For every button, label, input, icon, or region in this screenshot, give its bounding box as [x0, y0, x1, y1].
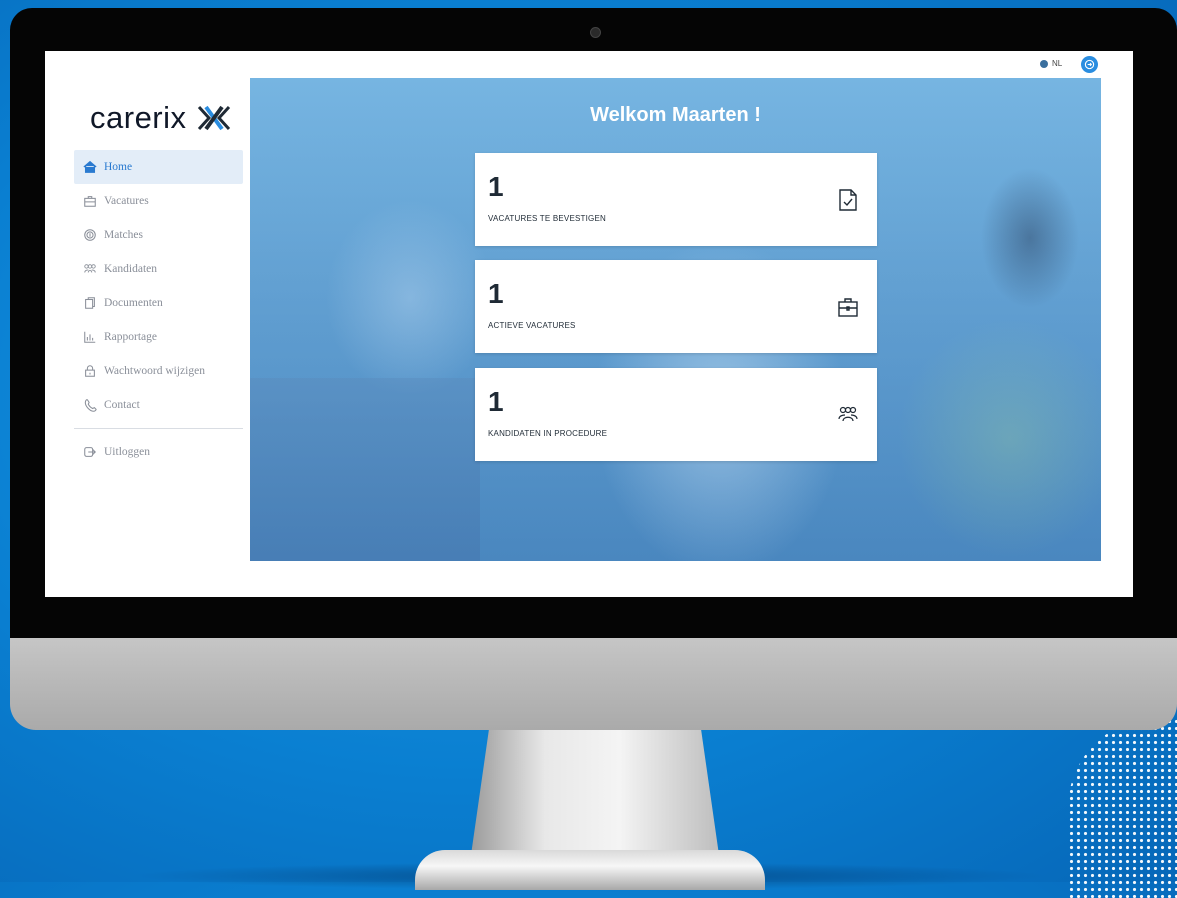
- briefcase-icon: [84, 196, 96, 207]
- document-check-icon: [839, 189, 857, 211]
- sidebar-item-home[interactable]: Home: [74, 150, 243, 184]
- top-bar: NL: [45, 51, 1133, 78]
- sidebar-item-rapportage[interactable]: Rapportage: [74, 320, 243, 354]
- sidebar-item-label: Kandidaten: [104, 263, 158, 275]
- language-label: NL: [1052, 59, 1063, 68]
- camera-icon: [590, 27, 601, 38]
- sidebar-item-label: Wachtwoord wijzigen: [104, 365, 205, 377]
- sidebar-item-vacatures[interactable]: Vacatures: [74, 184, 243, 218]
- home-icon: [83, 160, 97, 173]
- app-screen: NL carerix Home Vacatures Matches Kandid…: [45, 51, 1133, 597]
- sidebar-item-label: Rapportage: [104, 331, 158, 343]
- stat-label: ACTIEVE VACATURES: [488, 321, 576, 330]
- sidebar-item-wachtwoord-wijzigen[interactable]: Wachtwoord wijzigen: [74, 354, 243, 388]
- sidebar-item-label: Vacatures: [104, 195, 149, 207]
- logo-text: carerix: [90, 100, 187, 135]
- phone-icon: [84, 399, 97, 412]
- sidebar-nav: Home Vacatures Matches Kandidaten Docume…: [74, 150, 243, 469]
- sidebar-item-matches[interactable]: Matches: [74, 218, 243, 252]
- stat-card-vacatures-te-bevestigen[interactable]: 1 VACATURES TE BEVESTIGEN: [475, 153, 877, 246]
- monitor-stand-neck: [470, 722, 720, 862]
- table-shape: [250, 378, 480, 561]
- sidebar-divider: [74, 428, 243, 429]
- globe-icon: [1040, 59, 1048, 68]
- stat-label: KANDIDATEN IN PROCEDURE: [488, 429, 608, 438]
- briefcase-icon: [838, 298, 858, 317]
- stat-count: 1: [488, 171, 504, 202]
- stat-card-kandidaten-in-procedure[interactable]: 1 KANDIDATEN IN PROCEDURE: [475, 368, 877, 461]
- logout-top-button[interactable]: [1081, 56, 1098, 73]
- monitor-stand-base: [415, 850, 765, 890]
- sidebar-item-contact[interactable]: Contact: [74, 388, 243, 422]
- stat-card-actieve-vacatures[interactable]: 1 ACTIEVE VACATURES: [475, 260, 877, 353]
- logout-icon: [1084, 59, 1095, 70]
- dot-pattern-decoration: [1068, 718, 1177, 898]
- fingerprint-icon: [84, 229, 96, 241]
- users-icon: [84, 264, 96, 273]
- stat-count: 1: [488, 278, 504, 309]
- documents-icon: [85, 297, 95, 309]
- sidebar: carerix Home Vacatures Matches Kandidate…: [45, 78, 250, 597]
- users-icon: [838, 406, 858, 422]
- stat-label: VACATURES TE BEVESTIGEN: [488, 214, 606, 223]
- language-selector[interactable]: NL: [1040, 59, 1062, 68]
- sidebar-item-documenten[interactable]: Documenten: [74, 286, 243, 320]
- sidebar-item-label: Documenten: [104, 297, 163, 309]
- monitor-chin: [10, 634, 1177, 730]
- logo: carerix: [90, 100, 231, 136]
- sidebar-item-kandidaten[interactable]: Kandidaten: [74, 252, 243, 286]
- carerix-logo-icon: [197, 105, 230, 131]
- stat-count: 1: [488, 386, 504, 417]
- sidebar-item-label: Uitloggen: [104, 446, 150, 458]
- bar-chart-icon: [84, 331, 96, 343]
- lock-icon: [85, 365, 95, 377]
- hero-banner: Welkom Maarten ! 1 VACATURES TE BEVESTIG…: [250, 78, 1101, 561]
- sidebar-item-label: Home: [104, 161, 133, 173]
- sidebar-item-uitloggen[interactable]: Uitloggen: [74, 435, 243, 469]
- sidebar-item-label: Contact: [104, 399, 140, 411]
- welcome-heading: Welkom Maarten !: [590, 104, 761, 126]
- sidebar-item-label: Matches: [104, 229, 143, 241]
- logout-icon: [84, 447, 96, 457]
